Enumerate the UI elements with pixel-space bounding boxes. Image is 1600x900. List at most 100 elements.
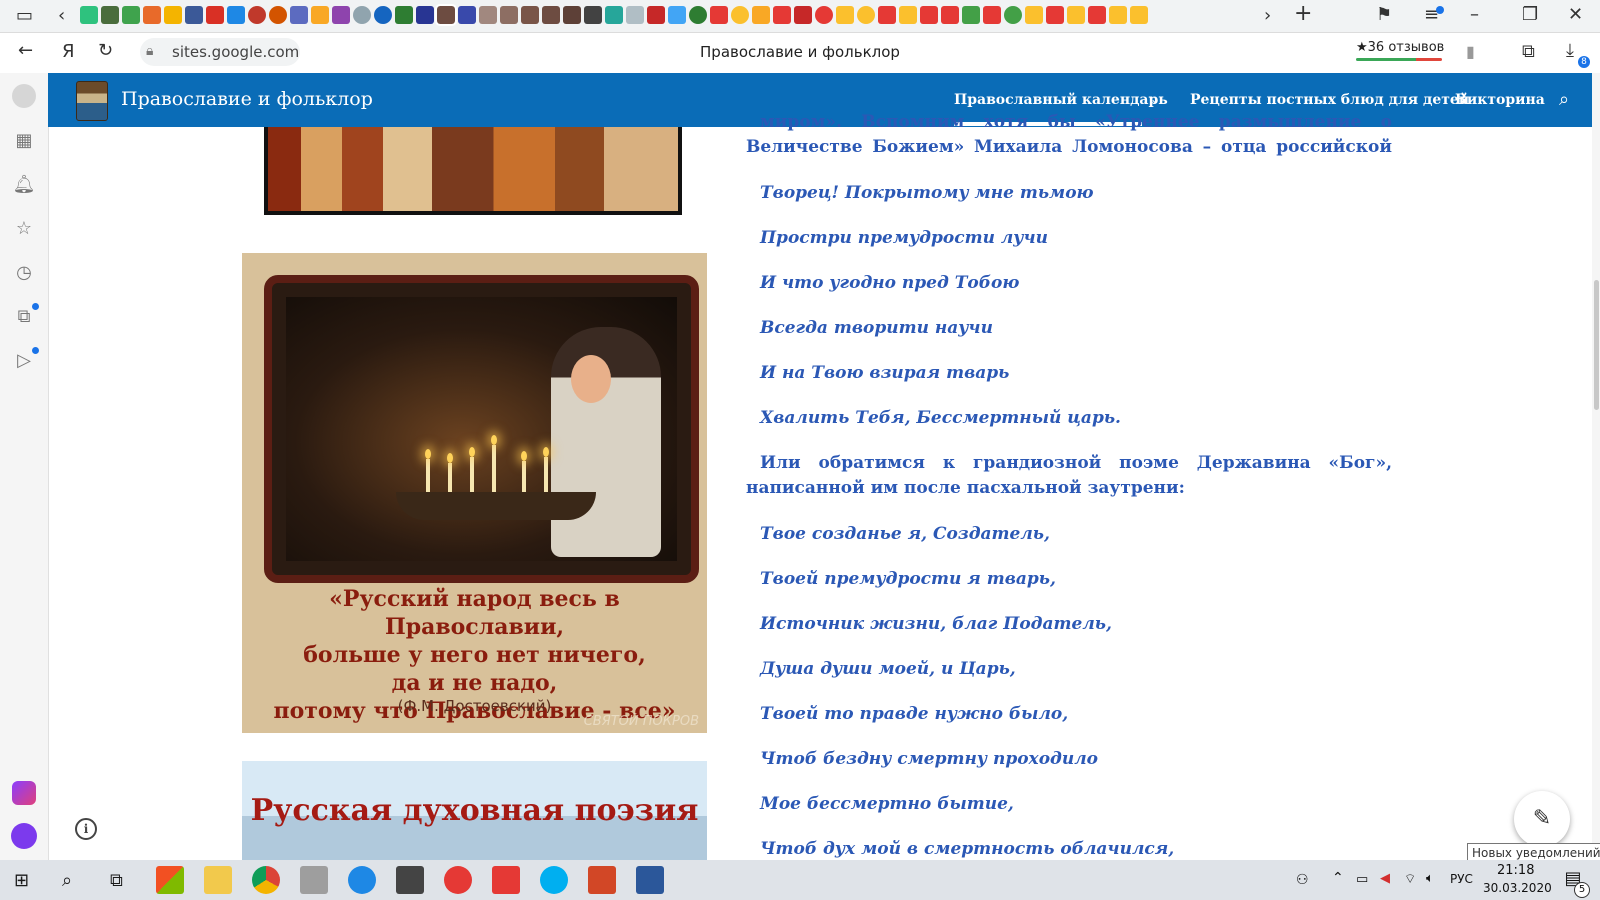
tab-favicon[interactable]: [374, 6, 392, 24]
language-indicator[interactable]: РУС: [1450, 872, 1473, 886]
tab-favicon[interactable]: [332, 6, 350, 24]
tab-favicon[interactable]: [899, 6, 917, 24]
tab-favicon[interactable]: [962, 6, 980, 24]
task-view-icon[interactable]: ⧉: [110, 870, 123, 891]
bell-icon[interactable]: 🔔︎: [12, 173, 36, 197]
app-icon[interactable]: [300, 866, 328, 894]
tab-favicon[interactable]: [941, 6, 959, 24]
bookmark-icon[interactable]: ▮: [1466, 43, 1475, 61]
tab-favicon[interactable]: [647, 6, 665, 24]
tab-favicon[interactable]: [479, 6, 497, 24]
tab-favicon[interactable]: [1109, 6, 1127, 24]
tab-favicon[interactable]: [1025, 6, 1043, 24]
new-tab-icon[interactable]: +: [1294, 3, 1312, 25]
tab-favicon[interactable]: [605, 6, 623, 24]
minimize-icon[interactable]: –: [1470, 6, 1479, 24]
tab-favicon[interactable]: [500, 6, 518, 24]
file-explorer-icon[interactable]: [204, 866, 232, 894]
tab-favicon[interactable]: [1004, 6, 1022, 24]
tab-favicon[interactable]: [920, 6, 938, 24]
reviews-badge[interactable]: ★36 отзывов: [1356, 40, 1444, 55]
tabs-scroll-right-icon[interactable]: ›: [1264, 7, 1271, 25]
tab-favicon[interactable]: [143, 6, 161, 24]
powerpoint-icon[interactable]: [588, 866, 616, 894]
tab-favicon[interactable]: [353, 6, 371, 24]
tab-favicon[interactable]: [101, 6, 119, 24]
tab-favicon[interactable]: [836, 6, 854, 24]
chrome-icon[interactable]: [252, 866, 280, 894]
tab-favicon[interactable]: [626, 6, 644, 24]
speaker-icon[interactable]: 🔈︎: [1426, 871, 1434, 886]
tab-favicon[interactable]: [584, 6, 602, 24]
profile-avatar[interactable]: [12, 84, 36, 108]
clock-time[interactable]: 21:18: [1497, 863, 1534, 878]
yandex-browser-icon[interactable]: [444, 866, 472, 894]
windows-start-icon[interactable]: ⊞: [14, 870, 29, 891]
tabs-panel-icon[interactable]: ▭: [16, 7, 33, 25]
tab-favicon[interactable]: [206, 6, 224, 24]
search-taskbar-icon[interactable]: ⌕: [62, 870, 72, 891]
tab-favicon[interactable]: [1130, 6, 1148, 24]
collections-icon[interactable]: ⚑: [1376, 6, 1392, 24]
tab-favicon[interactable]: [794, 6, 812, 24]
tab-favicon[interactable]: [458, 6, 476, 24]
ie-icon[interactable]: [348, 866, 376, 894]
tab-favicon[interactable]: [1067, 6, 1085, 24]
close-window-icon[interactable]: ✕: [1568, 6, 1583, 24]
restore-icon[interactable]: ❐: [1522, 6, 1538, 24]
alice-assistant-icon[interactable]: [11, 823, 37, 849]
chevron-down-icon[interactable]: ⌄: [1150, 92, 1160, 106]
nav-lenten-recipes[interactable]: Рецепты постных блюд для детей: [1190, 92, 1469, 108]
translate-icon[interactable]: ⧉: [1522, 43, 1535, 61]
messenger-icon[interactable]: [12, 781, 36, 805]
info-icon[interactable]: i: [75, 818, 97, 840]
apps-grid-icon[interactable]: ▦: [12, 129, 36, 153]
scrollbar-thumb[interactable]: [1594, 280, 1599, 410]
tab-favicon[interactable]: [1088, 6, 1106, 24]
tab-favicon[interactable]: [227, 6, 245, 24]
volume-muted-icon[interactable]: ◀: [1380, 871, 1390, 886]
skype-icon[interactable]: [540, 866, 568, 894]
clock-date[interactable]: 30.03.2020: [1483, 881, 1552, 895]
tab-favicon[interactable]: [857, 6, 875, 24]
store-app-icon[interactable]: [156, 866, 184, 894]
site-logo[interactable]: [76, 81, 108, 121]
edit-pencil-button[interactable]: ✎: [1514, 791, 1570, 847]
word-icon[interactable]: [636, 866, 664, 894]
tab-favicon[interactable]: [668, 6, 686, 24]
network-icon[interactable]: ⌔: [1404, 871, 1416, 887]
nav-quiz[interactable]: Викторина: [1455, 92, 1545, 108]
tab-favicon[interactable]: [542, 6, 560, 24]
site-title[interactable]: Православие и фольклор: [121, 88, 373, 110]
tab-favicon[interactable]: [80, 6, 98, 24]
star-icon[interactable]: ☆: [12, 217, 36, 241]
tab-favicon[interactable]: [416, 6, 434, 24]
tab-favicon[interactable]: [395, 6, 413, 24]
tabs-scroll-left-icon[interactable]: ‹: [58, 7, 65, 25]
tab-favicon[interactable]: [731, 6, 749, 24]
tab-favicon[interactable]: [521, 6, 539, 24]
page-scrollbar[interactable]: [1592, 73, 1600, 860]
tab-favicon[interactable]: [164, 6, 182, 24]
calculator-icon[interactable]: [396, 866, 424, 894]
downloads-icon[interactable]: ⤓: [1566, 42, 1574, 60]
tab-favicon[interactable]: [689, 6, 707, 24]
battery-icon[interactable]: ▭: [1356, 872, 1368, 887]
tab-favicon[interactable]: [815, 6, 833, 24]
history-icon[interactable]: ◷: [12, 261, 36, 285]
tab-favicon[interactable]: [878, 6, 896, 24]
tab-favicon[interactable]: [1046, 6, 1064, 24]
tab-favicon[interactable]: [269, 6, 287, 24]
tab-favicon[interactable]: [122, 6, 140, 24]
tab-favicon[interactable]: [248, 6, 266, 24]
tab-favicon[interactable]: [710, 6, 728, 24]
search-icon[interactable]: ⌕: [1559, 89, 1569, 110]
tab-favicon-active[interactable]: [435, 4, 457, 26]
tab-favicon[interactable]: [311, 6, 329, 24]
tab-favicon[interactable]: [752, 6, 770, 24]
nav-orthodox-calendar[interactable]: Православный календарь: [954, 92, 1168, 108]
tab-favicon[interactable]: [563, 6, 581, 24]
tab-favicon[interactable]: [185, 6, 203, 24]
yandex-icon[interactable]: [492, 866, 520, 894]
tab-favicon[interactable]: [773, 6, 791, 24]
